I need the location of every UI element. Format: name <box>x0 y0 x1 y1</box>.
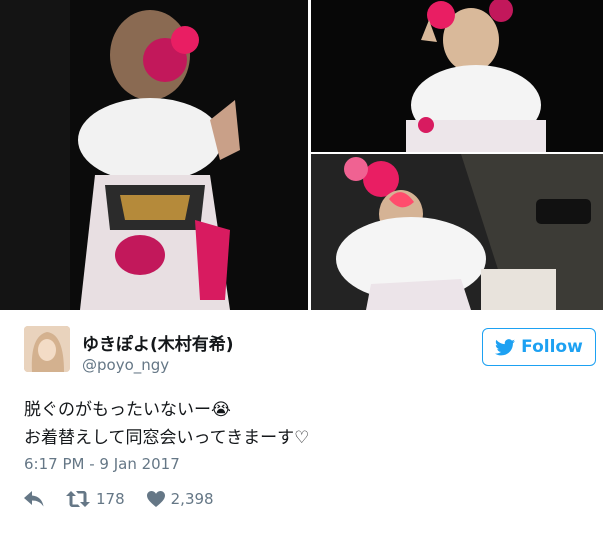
timestamp[interactable]: 6:17 PM - 9 Jan 2017 <box>24 455 180 473</box>
retweet-count: 178 <box>96 490 125 508</box>
retweet-icon <box>66 491 90 507</box>
photo-in-car-image <box>311 154 603 310</box>
tweet-text: 脱ぐのがもったいないー😭 お着替えして同窓会いってきまーす♡ <box>24 396 584 452</box>
handle[interactable]: @poyo_ngy <box>82 356 169 374</box>
display-name[interactable]: ゆきぽよ(木村有希) <box>82 330 234 355</box>
avatar-image <box>24 326 70 372</box>
photo-in-car[interactable] <box>311 154 603 310</box>
like-button[interactable]: 2,398 <box>146 490 214 508</box>
avatar[interactable] <box>24 326 70 372</box>
reply-icon <box>24 491 44 507</box>
photo-kimono-back[interactable] <box>0 0 308 310</box>
tweet-line-2: お着替えして同窓会いってきまーす♡ <box>24 428 310 448</box>
heart-icon <box>146 491 165 507</box>
photo-kimono-back-image <box>0 0 308 310</box>
follow-button[interactable]: Follow <box>482 328 596 366</box>
like-count: 2,398 <box>170 490 214 508</box>
photo-peace-sign[interactable] <box>311 0 603 152</box>
photo-peace-sign-image <box>311 0 603 152</box>
tweet-actions: 178 2,398 <box>24 488 236 510</box>
follow-label: Follow <box>521 337 583 357</box>
photo-grid <box>0 0 603 310</box>
twitter-bird-icon <box>495 338 516 355</box>
retweet-button[interactable]: 178 <box>66 490 125 508</box>
reply-button[interactable] <box>24 491 44 507</box>
tweet-line-1: 脱ぐのがもったいないー😭 <box>24 400 231 420</box>
